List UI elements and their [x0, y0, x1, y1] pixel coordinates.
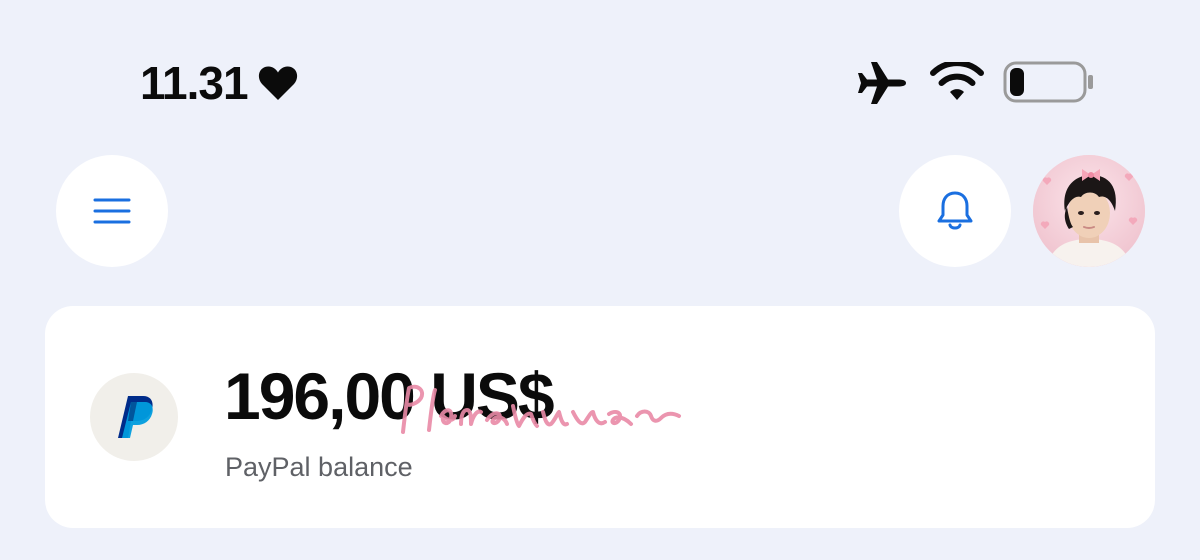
profile-avatar[interactable] [1033, 155, 1145, 267]
airplane-icon [858, 62, 906, 104]
balance-label: PayPal balance [225, 452, 413, 482]
wifi-icon [930, 62, 984, 100]
balance-amount: 196,00 US$ [224, 359, 555, 433]
paypal-logo-icon [118, 396, 153, 438]
battery-icon [1003, 61, 1093, 103]
paypal-logo-badge [90, 373, 178, 461]
status-bar: 11.31 [0, 0, 1200, 160]
status-time: 11.31 [140, 57, 249, 109]
heart-icon [258, 66, 297, 100]
bell-icon [937, 191, 973, 230]
paypal-home-screen: 11.31 196,00 US$ PayPal balance [0, 0, 1200, 560]
avatar-photo [1033, 155, 1145, 267]
hamburger-menu-icon [93, 198, 131, 224]
menu-button[interactable] [56, 155, 168, 267]
status-time-group: 11.31 [140, 58, 298, 108]
paypal-balance-card[interactable]: 196,00 US$ PayPal balance [45, 306, 1155, 528]
notifications-button[interactable] [899, 155, 1011, 267]
